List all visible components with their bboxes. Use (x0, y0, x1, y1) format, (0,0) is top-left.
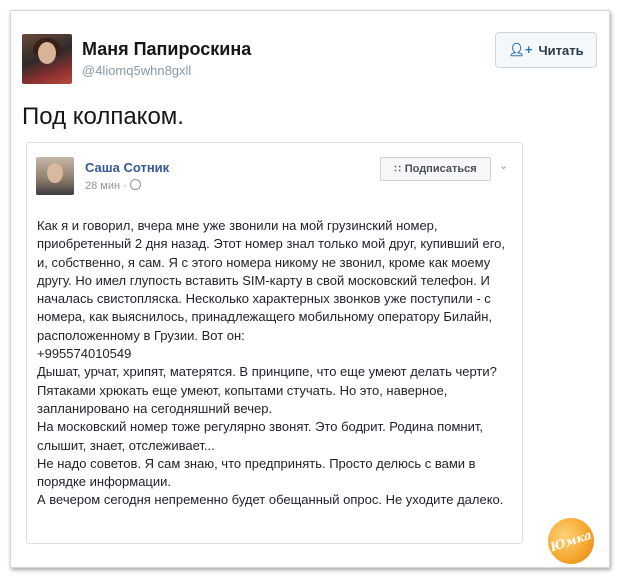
rss-icon: ∷ (394, 163, 401, 175)
author-avatar[interactable] (22, 34, 72, 84)
fb-time-text: 28 мин · (85, 180, 127, 192)
tweet-text: Под колпаком. (22, 103, 184, 130)
author-name[interactable]: Маня Папироскина (82, 39, 251, 60)
avatar-face-shape (38, 42, 56, 64)
add-user-icon: 👤︎+ (508, 42, 533, 57)
embedded-facebook-post: Саша Сотник 28 мин · ∷ Подписаться ⌄ Как… (26, 142, 523, 544)
fb-subscribe-label: Подписаться (404, 163, 477, 175)
fb-post-time[interactable]: 28 мин · (85, 179, 141, 192)
fb-subscribe-button[interactable]: ∷ Подписаться (380, 157, 491, 181)
chevron-down-icon[interactable]: ⌄ (499, 159, 508, 172)
follow-button[interactable]: 👤︎+ Читать (495, 32, 597, 68)
fb-avatar-face-shape (47, 163, 63, 183)
globe-icon (129, 179, 141, 190)
tweet-card: Маня Папироскина @4liomq5whn8gxll 👤︎+ Чи… (10, 10, 610, 568)
author-handle[interactable]: @4liomq5whn8gxll (82, 63, 191, 78)
fb-author-avatar[interactable] (36, 157, 74, 195)
follow-button-label: Читать (538, 42, 584, 58)
fb-author-name[interactable]: Саша Сотник (85, 160, 169, 175)
fb-post-body: Как я и говорил, вчера мне уже звонили н… (37, 218, 506, 508)
